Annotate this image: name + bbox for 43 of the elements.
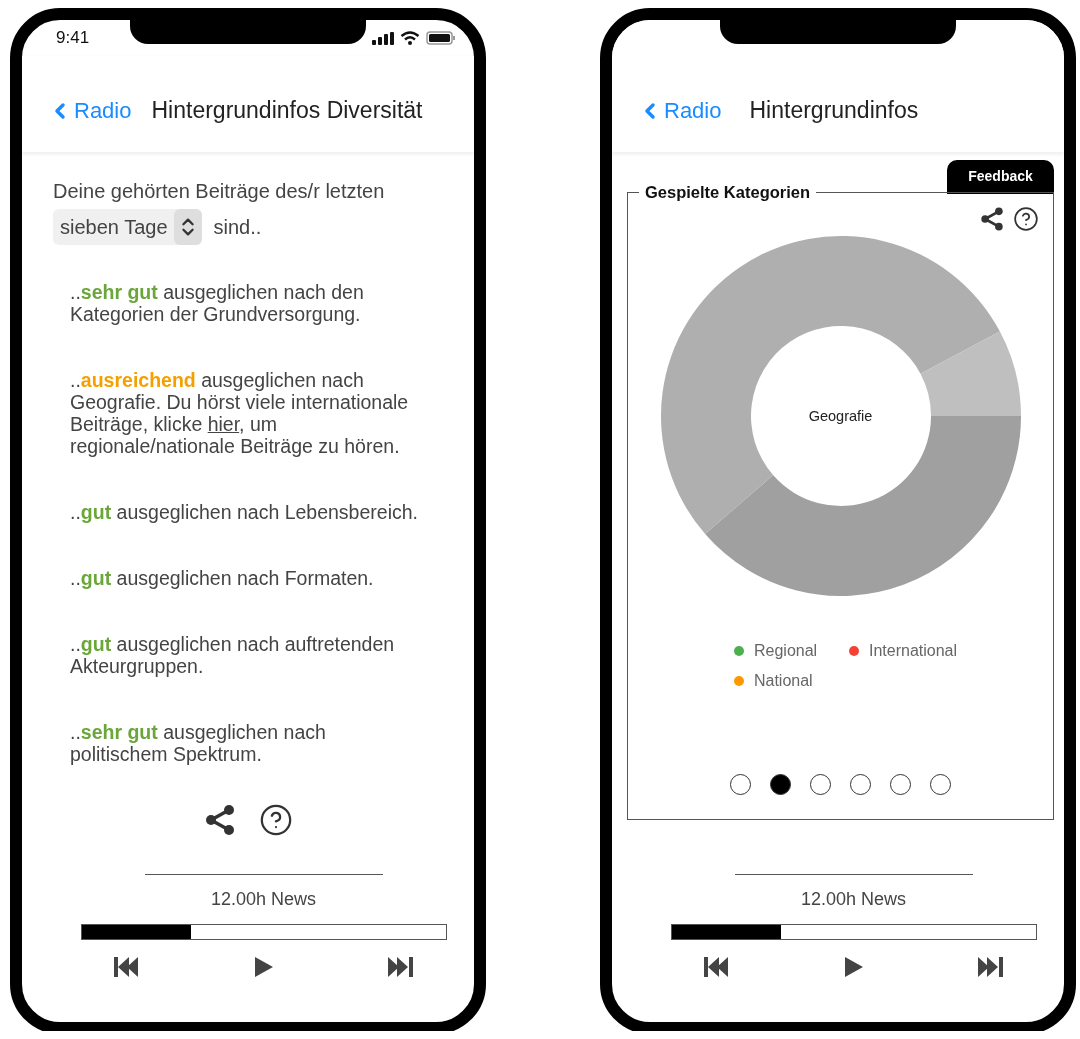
stepper-icon[interactable]: [173, 209, 202, 245]
page-dot[interactable]: [770, 774, 791, 795]
skip-forward-icon[interactable]: [387, 956, 414, 978]
skip-back-icon[interactable]: [703, 956, 730, 978]
play-icon[interactable]: [843, 956, 864, 978]
page-dot[interactable]: [850, 774, 871, 795]
intro-text: sind..: [213, 215, 262, 239]
help-icon[interactable]: [259, 803, 293, 837]
legend-label: Regional: [753, 642, 818, 660]
share-icon[interactable]: [203, 803, 237, 837]
help-icon[interactable]: [1013, 206, 1039, 232]
rating-text: ..gut ausgeglichen nach Lebensbereich.: [70, 501, 419, 523]
screen-title: Hintergrundinfos Diversität: [151, 97, 423, 124]
page-dot[interactable]: [930, 774, 951, 795]
progress-bar[interactable]: [670, 924, 1037, 940]
page-dot[interactable]: [730, 774, 751, 795]
rating-text: ..gut ausgeglichen nach Formaten.: [70, 567, 375, 589]
wifi-icon: [400, 31, 420, 45]
legend-label: National: [753, 672, 813, 690]
chart-center-label: Geografie: [808, 408, 873, 424]
page-dot[interactable]: [890, 774, 911, 795]
legend-label: International: [868, 642, 958, 660]
link[interactable]: hier: [207, 413, 240, 435]
rating-text: ..sehr gut ausgeglichen nach den Kategorien der Grundversorgung.: [70, 281, 365, 325]
track-title: 12.00h News: [800, 889, 907, 910]
signal-icon: [372, 31, 394, 45]
rating-text: ..sehr gut ausgeglichen nach politischem Spektrum.: [70, 721, 327, 765]
period-select[interactable]: sieben Tage: [53, 209, 202, 245]
status-time: 9:41: [56, 28, 90, 48]
skip-forward-icon[interactable]: [977, 956, 1004, 978]
track-title: 12.00h News: [210, 889, 317, 910]
card-title: Gespielte Kategorien: [644, 183, 812, 202]
rating-text: ..gut ausgeglichen nach auftretenden Akteurgruppen.: [70, 633, 396, 677]
feedback-tab[interactable]: Feedback: [947, 160, 1054, 194]
page-dot[interactable]: [810, 774, 831, 795]
share-icon[interactable]: [979, 206, 1005, 232]
progress-bar[interactable]: [80, 924, 447, 940]
play-icon[interactable]: [253, 956, 274, 978]
rating-text: ..ausreichend ausgeglichen nach Geografie. Du hörst viele internationale Beiträge, klicke hier, um regionale/nationale Beiträge zu hören.: [70, 369, 410, 457]
intro-text: Deine gehörten Beiträge des/r letzten: [53, 180, 386, 203]
skip-back-icon[interactable]: [113, 956, 140, 978]
battery-icon: [426, 31, 456, 45]
screen-title: Hintergrundinfos: [749, 97, 919, 124]
